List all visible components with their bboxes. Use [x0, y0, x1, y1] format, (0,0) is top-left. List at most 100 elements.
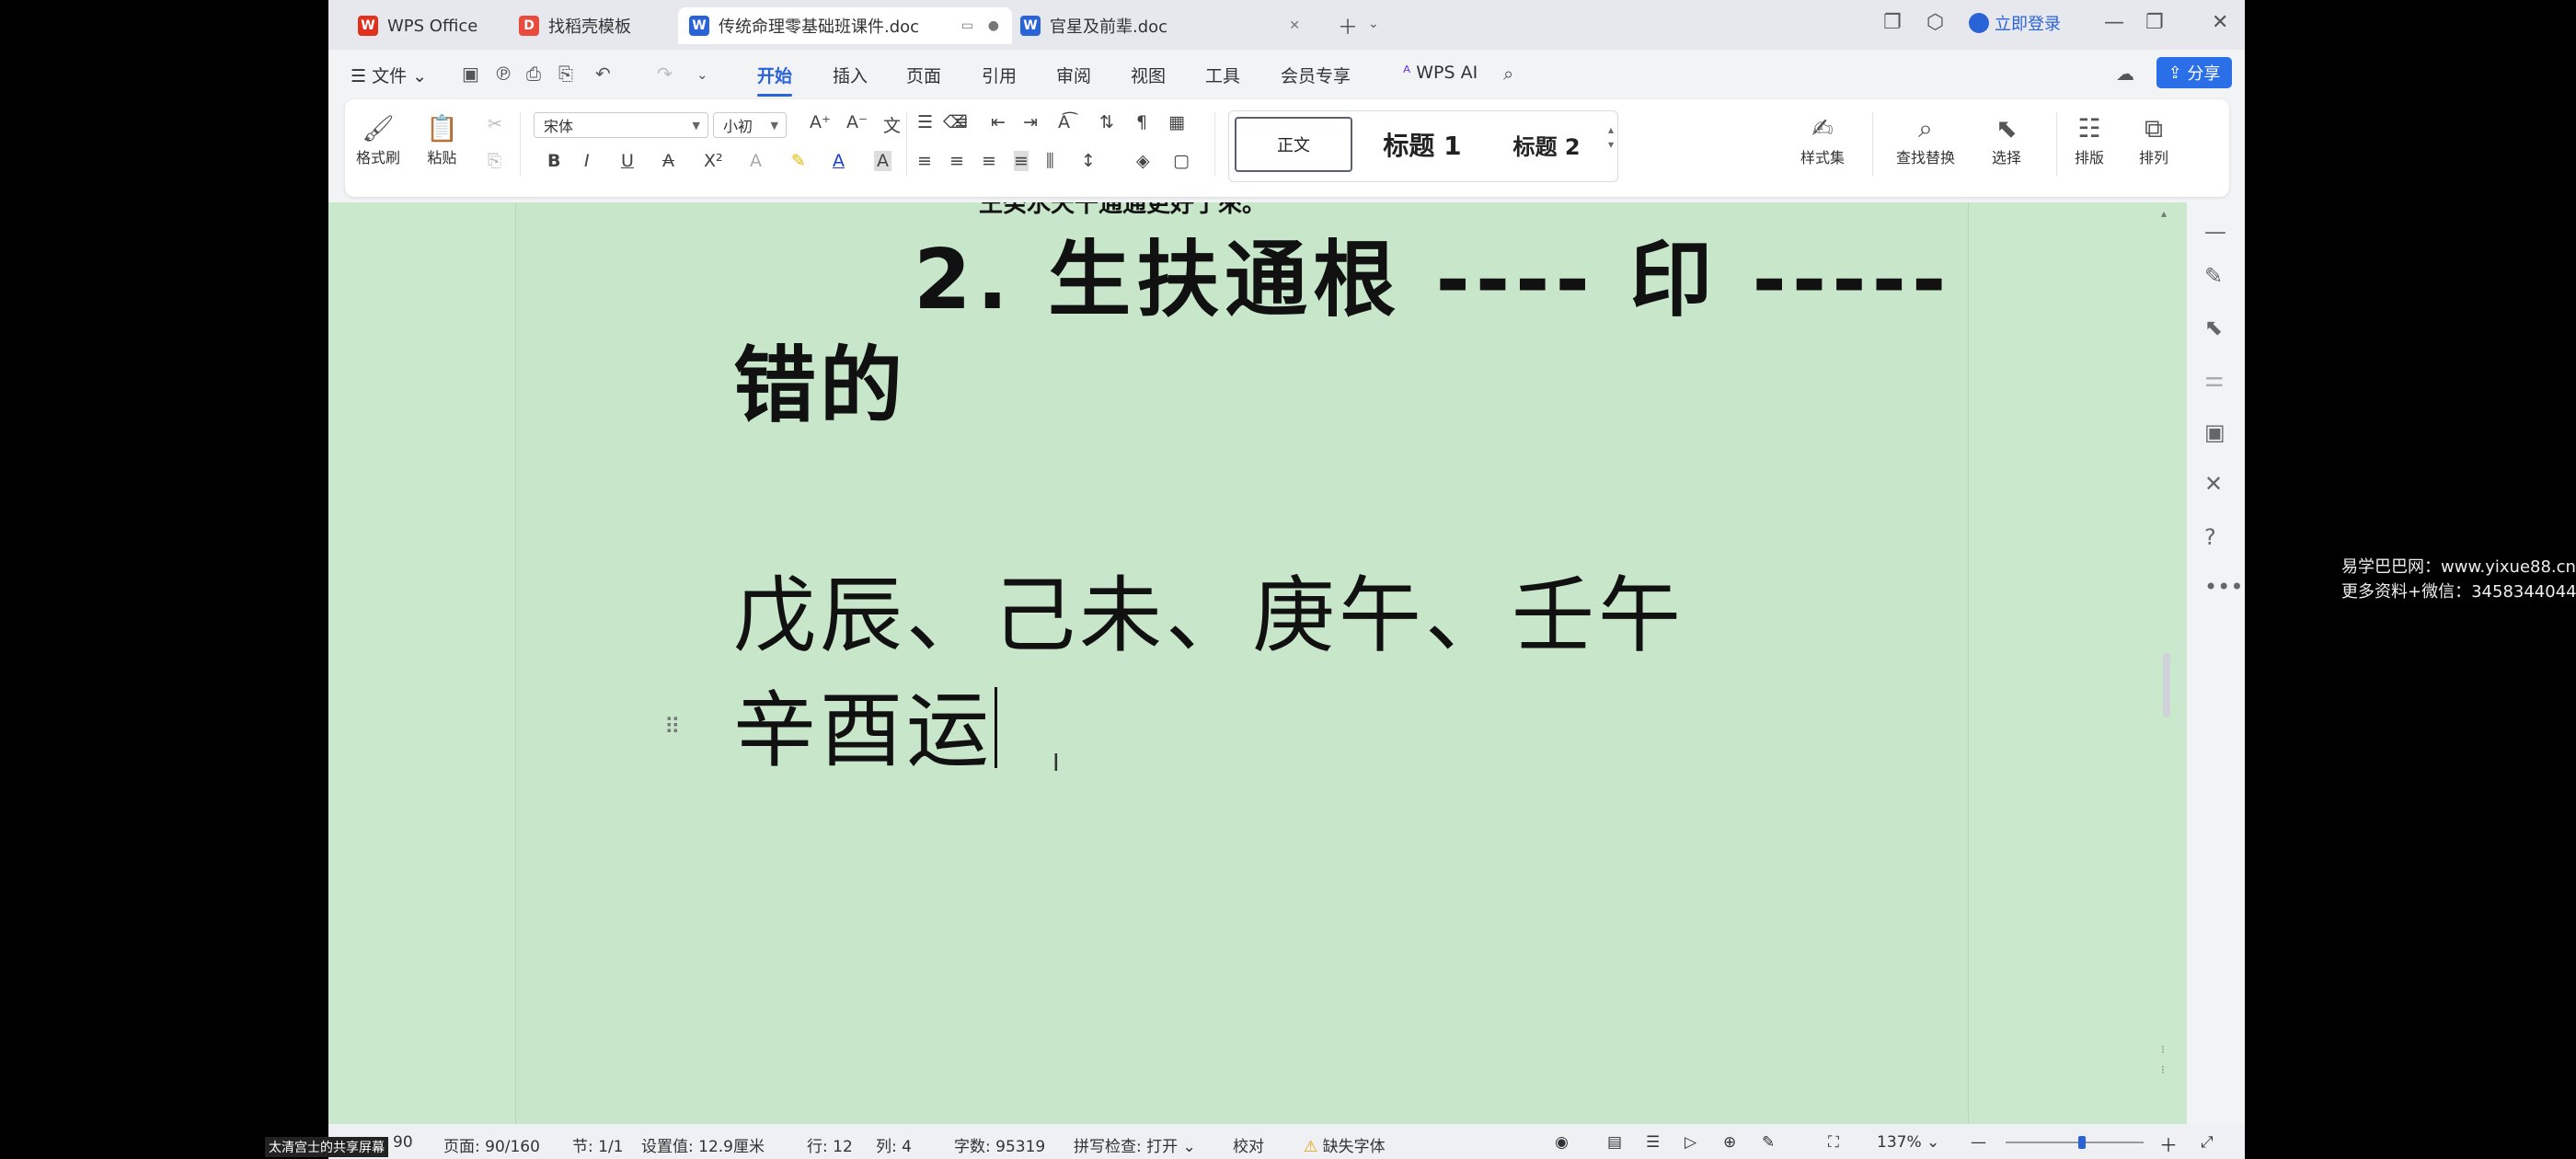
tab-member[interactable]: 会员专享: [1281, 63, 1351, 87]
tab-tools[interactable]: 工具: [1205, 63, 1240, 87]
page-view-icon[interactable]: ▤: [1607, 1133, 1622, 1152]
page-indicator[interactable]: 页面: 90/160: [443, 1133, 540, 1156]
superscript-icon[interactable]: X²: [704, 151, 723, 171]
zoom-slider[interactable]: [2006, 1142, 2144, 1143]
fit-icon[interactable]: ⛶: [1828, 1133, 1839, 1152]
paste-button[interactable]: 📋 粘贴: [426, 112, 458, 167]
zoom-slider-knob[interactable]: [2078, 1136, 2086, 1149]
tab-view[interactable]: 视图: [1131, 63, 1166, 87]
proof-button[interactable]: 校对: [1233, 1133, 1264, 1156]
missing-font-button[interactable]: ⚠ 缺失字体: [1304, 1133, 1386, 1156]
sliders-icon[interactable]: ⚌: [2204, 366, 2225, 392]
distribute-icon[interactable]: ⫼: [1046, 151, 1054, 171]
file-menu[interactable]: ☰ 文件 ⌄: [351, 63, 427, 87]
text-direction-icon[interactable]: A͡: [1058, 112, 1070, 132]
decrease-font-icon[interactable]: A⁻: [846, 112, 868, 132]
cloud-icon[interactable]: ☁: [2116, 63, 2134, 85]
shading-icon[interactable]: ◈: [1136, 151, 1150, 171]
annotate-icon[interactable]: ✎: [1762, 1133, 1775, 1152]
text-effect-icon[interactable]: A: [750, 151, 762, 171]
decrease-indent-icon[interactable]: ⇤: [991, 112, 1006, 132]
sort-icon[interactable]: ⇅: [1099, 112, 1114, 132]
increase-indent-icon[interactable]: ⇥: [1023, 112, 1038, 132]
paragraph-handle-icon[interactable]: ⠿: [664, 714, 681, 740]
tab-references[interactable]: 引用: [982, 63, 1017, 87]
style-heading-1[interactable]: 标题 1: [1358, 117, 1487, 172]
tab-daoke[interactable]: D 找稻壳模板: [508, 7, 683, 44]
close-window-icon[interactable]: ✕: [2212, 11, 2228, 34]
play-icon[interactable]: ▷: [1685, 1133, 1696, 1152]
tab-page[interactable]: 页面: [906, 63, 941, 87]
style-heading-2[interactable]: 标题 2: [1491, 117, 1602, 172]
font-size-select[interactable]: 小初 ▼: [713, 112, 787, 138]
increase-font-icon[interactable]: A⁺: [810, 112, 831, 132]
minimize-icon[interactable]: —: [2104, 11, 2124, 34]
font-color-icon[interactable]: A: [833, 151, 845, 171]
align-left-icon[interactable]: ≡: [917, 151, 932, 171]
outline-view-icon[interactable]: ☰: [1646, 1133, 1660, 1152]
new-tab-icon[interactable]: ＋: [1338, 11, 1358, 40]
pointer-icon[interactable]: ⬉: [2204, 315, 2223, 340]
style-set-button[interactable]: ✍ 样式集: [1800, 112, 1845, 167]
paragraph-mark-icon[interactable]: ¶: [1136, 112, 1147, 132]
pen-icon[interactable]: ✎: [2204, 263, 2223, 289]
align-center-icon[interactable]: ≡: [949, 151, 964, 171]
fullscreen-icon[interactable]: ⤢: [2201, 1133, 2214, 1152]
unsaved-dot-icon[interactable]: ●: [988, 18, 999, 33]
zoom-in-icon[interactable]: ＋: [2159, 1130, 2178, 1157]
zoom-out-icon[interactable]: —: [1971, 1133, 1986, 1152]
tab-doc-2[interactable]: W 官星及前辈.doc ✕: [1009, 7, 1313, 44]
cut-icon[interactable]: ✂: [488, 114, 502, 134]
redo-icon[interactable]: ↷: [657, 63, 673, 85]
strikethrough-icon[interactable]: A: [662, 151, 674, 171]
tools-icon[interactable]: ✕: [2204, 471, 2223, 497]
undo-icon[interactable]: ↶: [595, 63, 611, 85]
more-chevron-icon[interactable]: ⌄: [696, 66, 708, 83]
align-justify-icon[interactable]: ≡: [1014, 151, 1029, 171]
print-preview-icon[interactable]: ⎘: [558, 63, 573, 85]
vertical-scrollbar[interactable]: ▴ ⁝ ⁝: [2155, 202, 2179, 1122]
help-icon[interactable]: ?: [2204, 524, 2216, 550]
tab-insert[interactable]: 插入: [833, 63, 868, 87]
more-icon[interactable]: •••: [2204, 574, 2243, 600]
print-icon[interactable]: ⎙: [526, 63, 541, 85]
tab-home[interactable]: 开始: [757, 63, 793, 97]
page-nav-icon[interactable]: ⁝ ⁝: [2161, 1039, 2165, 1080]
image-edit-icon[interactable]: ▣: [2204, 419, 2225, 445]
select-button[interactable]: ⬉ 选择: [1992, 112, 2021, 167]
scroll-thumb[interactable]: [2163, 653, 2170, 717]
spell-check[interactable]: 拼写检查: 打开 ⌄: [1074, 1133, 1196, 1156]
search-icon[interactable]: ⌕: [1503, 63, 1513, 85]
web-view-icon[interactable]: ⊕: [1723, 1133, 1736, 1152]
find-replace-button[interactable]: ⌕ 查找替换: [1896, 112, 1955, 167]
tab-current-doc[interactable]: W 传统命理零基础班课件.doc ▭ ●: [678, 7, 1012, 44]
font-name-select[interactable]: 宋体 ▼: [534, 112, 708, 138]
border-icon[interactable]: ▢: [1173, 151, 1190, 171]
bold-icon[interactable]: B: [547, 151, 560, 171]
phonetic-icon[interactable]: 文: [883, 112, 901, 137]
copy-icon[interactable]: ⎘: [488, 151, 501, 171]
line-spacing-icon[interactable]: ↕: [1081, 151, 1096, 171]
arrange-button[interactable]: ⧉ 排列: [2139, 112, 2168, 167]
scroll-up-icon[interactable]: ▴: [2161, 207, 2167, 220]
chevron-down-icon[interactable]: ⌄: [1368, 17, 1379, 31]
underline-icon[interactable]: U: [621, 151, 634, 171]
style-normal[interactable]: 正文: [1235, 117, 1352, 172]
close-tab-icon[interactable]: ✕: [1289, 18, 1300, 33]
table-icon[interactable]: ▦: [1168, 112, 1185, 132]
align-right-icon[interactable]: ≡: [982, 151, 996, 171]
word-count[interactable]: 字数: 95319: [954, 1133, 1045, 1156]
italic-icon[interactable]: I: [584, 151, 590, 171]
highlight-icon[interactable]: ✎: [791, 151, 806, 171]
char-shading-icon[interactable]: A: [874, 151, 891, 171]
style-scroll-icon[interactable]: ▴ ▾: [1608, 122, 1614, 152]
tab-wps-office[interactable]: W WPS Office: [347, 7, 512, 44]
export-pdf-icon[interactable]: ℗: [494, 63, 512, 85]
collapse-icon[interactable]: —: [2204, 219, 2226, 245]
share-button[interactable]: ⇪ 分享: [2156, 57, 2232, 88]
bullet-list-icon[interactable]: ☰: [917, 112, 933, 132]
screen-icon[interactable]: ▭: [961, 18, 973, 33]
save-icon[interactable]: ▣: [462, 63, 479, 85]
numbered-list-icon[interactable]: ≡: [954, 112, 969, 132]
login-button[interactable]: 立即登录: [1969, 11, 2061, 35]
